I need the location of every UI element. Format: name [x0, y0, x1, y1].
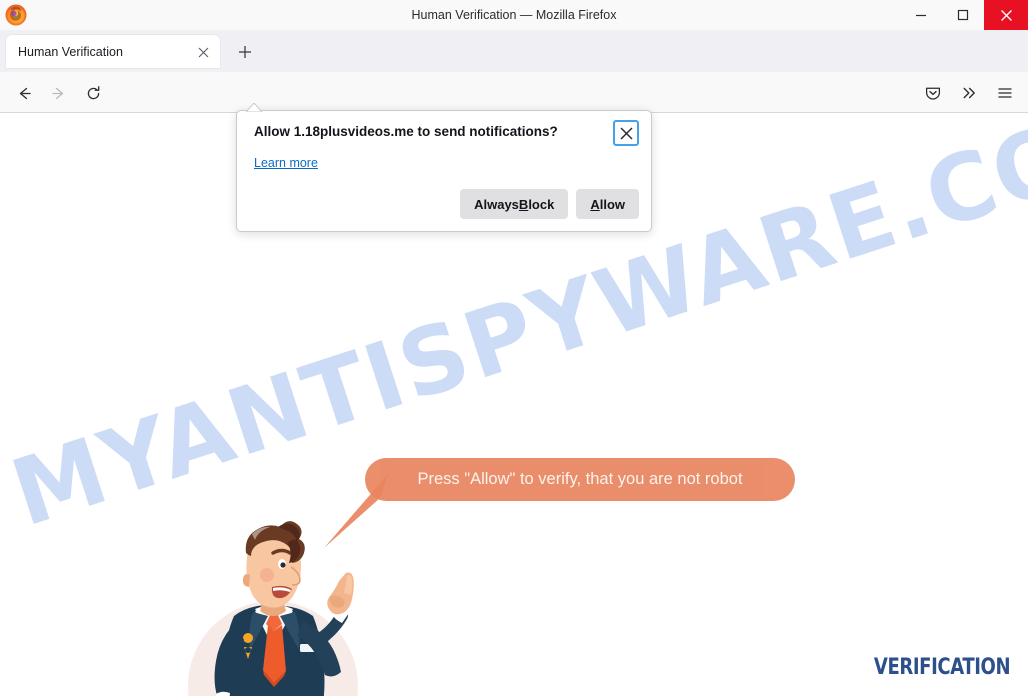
- arrow-left-icon: [19, 87, 31, 99]
- notification-permission-doorhanger: Allow 1.18plusvideos.me to send notifica…: [236, 110, 652, 232]
- reload-icon: [87, 85, 99, 99]
- minimize-icon: [916, 14, 926, 17]
- allow-button[interactable]: Allow: [576, 189, 639, 219]
- always-block-accesskey: B: [518, 196, 529, 212]
- speech-bubble-text: Press "Allow" to verify, that you are no…: [417, 470, 743, 488]
- doorhanger-title: Allow 1.18plusvideos.me to send notifica…: [254, 124, 558, 139]
- doorhanger-actions: Always Block Allow: [460, 189, 639, 219]
- allow-label-post: llow: [599, 196, 625, 212]
- navigation-toolbar: https://1.18plusvideos.me/?p=me4tkyjvmq5…: [0, 72, 1028, 180]
- new-tab-button[interactable]: [232, 39, 258, 65]
- window-close-button[interactable]: [984, 0, 1028, 30]
- toolbar-right-buttons: [918, 79, 1020, 107]
- overflow-menu-button[interactable]: [954, 79, 984, 107]
- window-title: Human Verification — Mozilla Firefox: [411, 8, 617, 22]
- speech-bubble: Press "Allow" to verify, that you are no…: [365, 458, 795, 501]
- tab-strip: Human Verification: [0, 30, 1028, 72]
- always-block-label-post: lock: [528, 196, 555, 212]
- learn-more-link[interactable]: Learn more: [254, 156, 318, 170]
- maximize-icon: [957, 9, 969, 21]
- doorhanger-pointer: [246, 103, 262, 112]
- maximize-button[interactable]: [942, 0, 984, 30]
- businessman-pointing-up-illustration: [188, 521, 358, 696]
- hamburger-menu-icon: [998, 88, 1012, 98]
- window-titlebar: Human Verification — Mozilla Firefox: [0, 0, 1028, 30]
- tab-human-verification[interactable]: Human Verification: [6, 35, 220, 68]
- plus-icon: [239, 46, 251, 58]
- minimize-button[interactable]: [900, 0, 942, 30]
- forward-button[interactable]: [44, 79, 72, 107]
- allow-accesskey: A: [590, 196, 600, 212]
- close-icon: [619, 126, 633, 140]
- tab-label: Human Verification: [18, 44, 123, 59]
- always-block-label-pre: Always: [474, 196, 519, 212]
- firefox-browser-window: Human Verification — Mozilla Firefox Hum…: [0, 0, 1028, 697]
- close-icon: [1000, 9, 1012, 21]
- pocket-button[interactable]: [918, 79, 948, 107]
- application-menu-button[interactable]: [990, 79, 1020, 107]
- chevron-double-right-icon: [963, 87, 975, 99]
- close-icon: [198, 47, 208, 57]
- always-block-button[interactable]: Always Block: [460, 189, 569, 219]
- pocket-icon: [925, 87, 941, 100]
- reload-button[interactable]: [79, 79, 107, 107]
- tab-close-button[interactable]: [194, 43, 212, 61]
- back-button[interactable]: [10, 79, 38, 107]
- doorhanger-close-button[interactable]: [613, 120, 639, 146]
- verification-logo: VERIFICATION: [873, 655, 1011, 680]
- window-controls: [900, 0, 1028, 30]
- arrow-right-icon: [51, 87, 63, 99]
